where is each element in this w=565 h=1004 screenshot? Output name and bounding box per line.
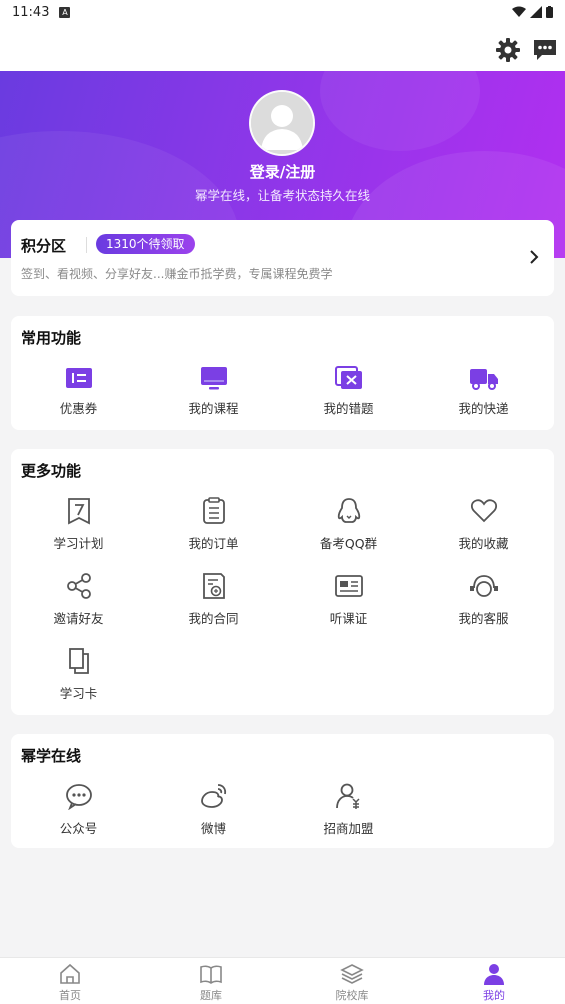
lecture-pass-item[interactable]: 听课证	[281, 572, 416, 638]
points-title: 积分区	[21, 237, 67, 255]
item-label: 优惠券	[59, 401, 98, 416]
tab-label: 我的	[483, 989, 505, 1002]
default-user-icon	[251, 92, 313, 154]
monitor-icon	[200, 367, 227, 390]
qq-group-item[interactable]: 备考QQ群	[281, 497, 416, 563]
item-label: 我的快递	[458, 401, 509, 416]
coupon-icon	[65, 368, 92, 388]
wrong-questions-item[interactable]: 我的错题	[281, 366, 416, 432]
home-icon	[60, 963, 80, 984]
profile-icon	[484, 964, 504, 985]
wechat-icon	[65, 784, 92, 810]
layers-icon	[340, 964, 364, 984]
item-label: 学习卡	[59, 686, 98, 701]
top-bar	[0, 24, 565, 71]
battery-icon	[546, 6, 553, 18]
tab-label: 题库	[200, 989, 222, 1002]
item-label: 我的错题	[323, 401, 374, 416]
item-label: 学习计划	[53, 536, 104, 551]
weibo-item[interactable]: 微博	[146, 782, 281, 848]
notification-badge: A	[59, 6, 71, 18]
study-plan-icon	[67, 498, 90, 525]
chevron-right-icon	[530, 250, 539, 264]
item-label: 我的收藏	[458, 536, 509, 551]
more-functions-card: 更多功能 学习计划 我的订单 备考QQ群 我的收藏 邀请好友 我的合同 听课证 …	[11, 449, 554, 715]
common-functions-card: 常用功能 优惠券 我的课程 我的错题 我的快递	[11, 316, 554, 430]
status-bar: 11:43 A	[0, 0, 565, 24]
wifi-icon	[512, 6, 526, 17]
favorites-item[interactable]: 我的收藏	[416, 497, 551, 563]
heart-icon	[470, 499, 497, 523]
tab-label: 院校库	[335, 989, 369, 1002]
item-label: 我的合同	[188, 611, 239, 626]
study-plan-item[interactable]: 学习计划	[11, 497, 146, 563]
item-label: 听课证	[329, 611, 368, 626]
book-icon	[200, 965, 222, 984]
study-card-item[interactable]: 学习卡	[11, 647, 146, 713]
item-label: 我的客服	[458, 611, 509, 626]
wrong-questions-icon	[334, 366, 362, 389]
item-label: 招商加盟	[323, 821, 374, 836]
item-label: 邀请好友	[53, 611, 104, 626]
tab-label: 首页	[59, 989, 81, 1002]
tab-school-library[interactable]: 院校库	[307, 962, 397, 1003]
study-card-icon	[68, 648, 89, 674]
points-card[interactable]: 积分区 1310个待领取 签到、看视频、分享好友...赚金币抵学费，专属课程免费…	[11, 220, 554, 296]
section-title: 常用功能	[21, 329, 82, 347]
invite-friends-item[interactable]: 邀请好友	[11, 572, 146, 638]
tab-question-bank[interactable]: 题库	[166, 962, 256, 1003]
item-label: 公众号	[59, 821, 98, 836]
status-time: 11:43	[12, 4, 50, 20]
settings-gear-icon[interactable]	[495, 37, 521, 63]
share-icon	[66, 573, 91, 599]
my-orders-item[interactable]: 我的订单	[146, 497, 281, 563]
signal-icon	[530, 6, 542, 18]
item-label: 备考QQ群	[319, 536, 378, 551]
id-card-icon	[334, 575, 363, 597]
franchise-item[interactable]: 招商加盟	[281, 782, 416, 848]
slogan: 幂学在线，让备考状态持久在线	[194, 188, 370, 203]
item-label: 我的课程	[188, 401, 239, 416]
mixue-online-card: 幂学在线 公众号 微博 招商加盟	[11, 734, 554, 848]
my-courses-item[interactable]: 我的课程	[146, 366, 281, 432]
my-contract-item[interactable]: 我的合同	[146, 572, 281, 638]
message-icon[interactable]	[532, 37, 558, 63]
wechat-official-item[interactable]: 公众号	[11, 782, 146, 848]
my-express-item[interactable]: 我的快递	[416, 366, 551, 432]
avatar[interactable]	[249, 90, 315, 156]
contract-icon	[202, 573, 225, 599]
section-title: 幂学在线	[21, 747, 82, 765]
login-register-link[interactable]: 登录/注册	[0, 161, 565, 182]
points-description: 签到、看视频、分享好友...赚金币抵学费，专属课程免费学	[21, 267, 333, 281]
franchise-icon	[335, 783, 360, 809]
customer-service-item[interactable]: 我的客服	[416, 572, 551, 638]
tab-home[interactable]: 首页	[25, 962, 115, 1003]
hero-decoration	[320, 71, 480, 151]
points-divider	[86, 237, 87, 253]
coupon-item[interactable]: 优惠券	[11, 366, 146, 432]
item-label: 微博	[200, 821, 226, 836]
bottom-tab-bar: 首页 题库 院校库 我的	[0, 957, 565, 1004]
weibo-icon	[200, 784, 226, 808]
tab-mine[interactable]: 我的	[449, 962, 539, 1003]
qq-icon	[337, 498, 360, 523]
headset-icon	[469, 575, 498, 597]
points-badge: 1310个待领取	[96, 234, 195, 254]
section-title: 更多功能	[21, 462, 82, 480]
clipboard-icon	[202, 497, 225, 524]
truck-icon	[469, 369, 498, 390]
item-label: 我的订单	[188, 536, 239, 551]
